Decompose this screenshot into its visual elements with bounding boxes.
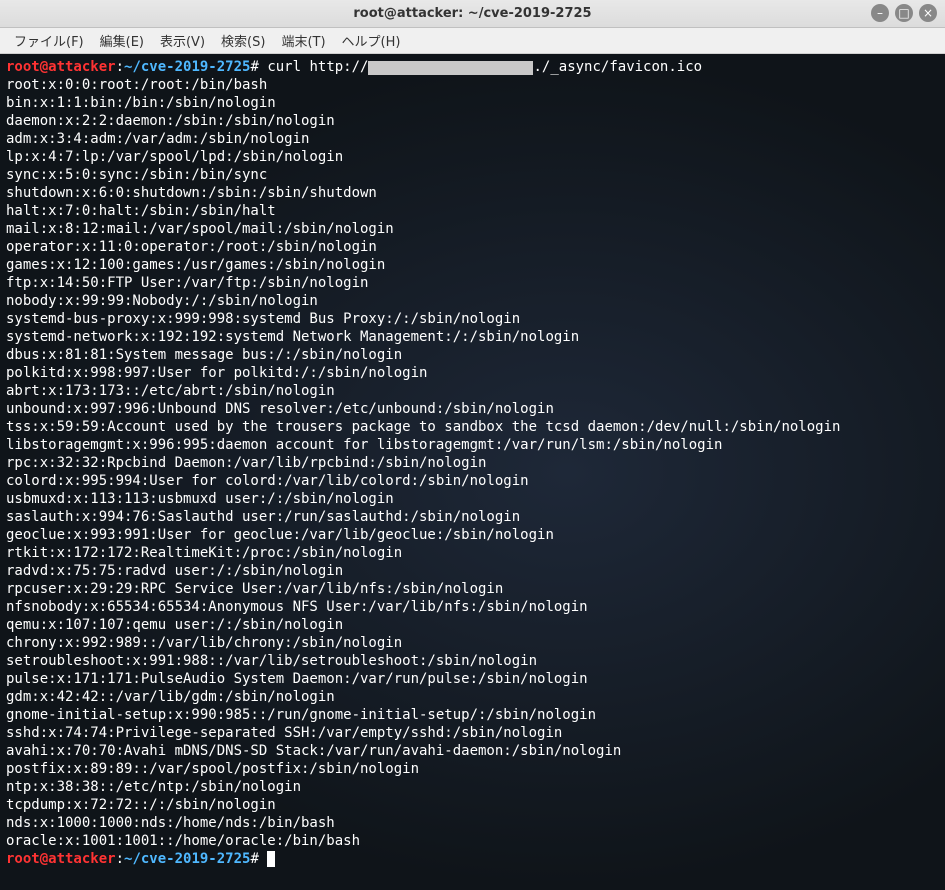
window-controls: – □ ×	[871, 4, 937, 22]
menu-edit[interactable]: 編集(E)	[92, 28, 152, 53]
terminal-output[interactable]: root@attacker:~/cve-2019-2725# curl http…	[0, 54, 945, 890]
prompt-sep: :	[116, 59, 124, 75]
maximize-button[interactable]: □	[895, 4, 913, 22]
prompt-path: ~/cve-2019-2725	[124, 59, 250, 75]
prompt-user: root@attacker	[6, 59, 116, 75]
prompt-sep-2: :	[116, 851, 124, 867]
menu-terminal[interactable]: 端末(T)	[273, 28, 333, 53]
menu-search[interactable]: 検索(S)	[213, 28, 273, 53]
terminal-lines: root:x:0:0:root:/root:/bin/bash bin:x:1:…	[6, 77, 840, 849]
minimize-button[interactable]: –	[871, 4, 889, 22]
minimize-icon: –	[877, 6, 883, 20]
command-suffix: ./_async/favicon.ico	[533, 59, 702, 75]
menu-view[interactable]: 表示(V)	[152, 28, 213, 53]
redacted-host: xxxxxxxxxxxxxxxxxx	[368, 61, 533, 75]
menu-file[interactable]: ファイル(F)	[6, 28, 92, 53]
prompt-hash-2: #	[250, 851, 258, 867]
prompt-hash: #	[250, 59, 258, 75]
maximize-icon: □	[898, 6, 909, 20]
cursor	[267, 851, 275, 867]
prompt-user-2: root@attacker	[6, 851, 116, 867]
command-prefix: curl http://	[267, 59, 368, 75]
terminal-window: root@attacker: ~/cve-2019-2725 – □ × ファイ…	[0, 0, 945, 890]
window-title: root@attacker: ~/cve-2019-2725	[353, 6, 591, 21]
titlebar: root@attacker: ~/cve-2019-2725 – □ ×	[0, 0, 945, 28]
menubar: ファイル(F) 編集(E) 表示(V) 検索(S) 端末(T) ヘルプ(H)	[0, 28, 945, 54]
prompt-path-2: ~/cve-2019-2725	[124, 851, 250, 867]
close-icon: ×	[923, 6, 933, 20]
close-button[interactable]: ×	[919, 4, 937, 22]
menu-help[interactable]: ヘルプ(H)	[334, 28, 409, 53]
